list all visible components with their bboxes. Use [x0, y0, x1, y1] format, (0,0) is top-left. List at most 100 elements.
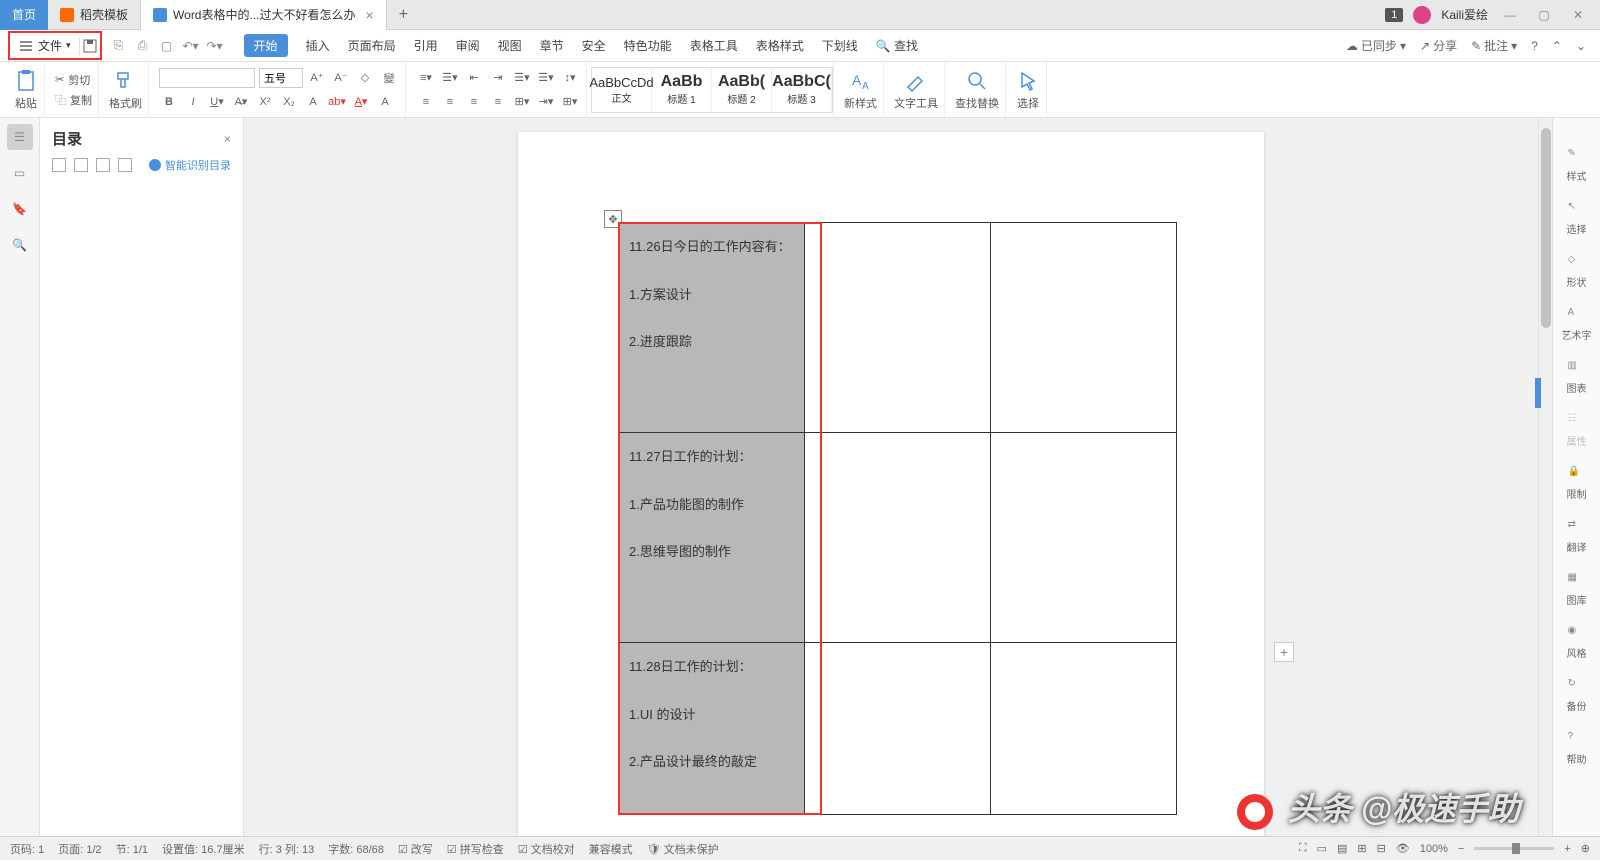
- char-border-button[interactable]: A: [303, 92, 323, 112]
- zoom-value[interactable]: 100%: [1420, 843, 1448, 855]
- toc-mode2-icon[interactable]: [74, 158, 88, 172]
- maximize-button[interactable]: ▢: [1532, 3, 1556, 27]
- char-shading-button[interactable]: A: [375, 92, 395, 112]
- tab-table-style[interactable]: 表格样式: [756, 37, 804, 54]
- status-section[interactable]: 节: 1/1: [116, 841, 148, 857]
- table-cell[interactable]: [805, 433, 991, 643]
- status-protect[interactable]: 🛡 文档未保护: [647, 841, 719, 857]
- table-cell[interactable]: [991, 433, 1177, 643]
- cut-button[interactable]: ✂ 剪切: [55, 72, 92, 88]
- expand-icon[interactable]: ⌄: [1576, 39, 1586, 53]
- bookmark-icon[interactable]: 🔖: [7, 196, 33, 222]
- rail-property[interactable]: ☷属性: [1567, 413, 1587, 448]
- tab-section[interactable]: 章节: [540, 37, 564, 54]
- style-h3[interactable]: AaBbC(标题 3: [772, 68, 832, 112]
- tab-button[interactable]: ⇥▾: [536, 92, 556, 112]
- table-cell[interactable]: 11.27日工作的计划： 1.产品功能图的制作 2.思维导图的制作: [619, 433, 805, 643]
- table-cell[interactable]: [991, 643, 1177, 815]
- outline-icon[interactable]: ☰: [7, 124, 33, 150]
- add-tab-button[interactable]: +: [387, 6, 420, 24]
- avatar[interactable]: [1413, 6, 1431, 24]
- tab-layout[interactable]: 页面布局: [348, 37, 396, 54]
- toc-mode1-icon[interactable]: [52, 158, 66, 172]
- paste-button[interactable]: 粘贴: [14, 69, 38, 111]
- style-h1[interactable]: AaBb标题 1: [652, 68, 712, 112]
- status-setval[interactable]: 设置值: 16.7厘米: [162, 841, 245, 857]
- tab-special[interactable]: 特色功能: [624, 37, 672, 54]
- outdent-button[interactable]: ⇤: [464, 68, 484, 88]
- status-compat[interactable]: 兼容模式: [589, 841, 633, 857]
- output-icon[interactable]: ⎘: [110, 37, 128, 55]
- highlight-button[interactable]: ab▾: [327, 92, 347, 112]
- table-cell[interactable]: 11.26日今日的工作内容有： 1.方案设计 2.进度跟踪: [619, 223, 805, 433]
- decrease-size-button[interactable]: A⁻: [331, 68, 351, 88]
- table-cell[interactable]: 11.28日工作的计划： 1.UI 的设计 2.产品设计最终的敲定: [619, 643, 805, 815]
- rail-help[interactable]: ?帮助: [1567, 731, 1587, 766]
- scroll-thumb[interactable]: [1541, 128, 1551, 328]
- redo-button[interactable]: ↷▾: [206, 37, 224, 55]
- tab-insert[interactable]: 插入: [306, 37, 330, 54]
- smart-toc-button[interactable]: 智能识别目录: [149, 157, 231, 173]
- file-menu-button[interactable]: 文件 ▾: [12, 35, 77, 56]
- italic-button[interactable]: I: [183, 92, 203, 112]
- view-fullscreen-icon[interactable]: ⛶: [1299, 842, 1307, 855]
- tab-security[interactable]: 安全: [582, 37, 606, 54]
- status-page[interactable]: 页码: 1: [10, 841, 44, 857]
- clear-format-button[interactable]: ◇: [355, 68, 375, 88]
- scrollbar[interactable]: [1538, 118, 1552, 836]
- align-justify-button[interactable]: ≡: [488, 92, 508, 112]
- approve-button[interactable]: ✎ 批注 ▾: [1471, 37, 1517, 54]
- view-page-icon[interactable]: ▭: [1317, 842, 1327, 855]
- tab-underline[interactable]: 下划线: [822, 37, 858, 54]
- toc-mode3-icon[interactable]: [96, 158, 110, 172]
- page-icon[interactable]: ▭: [7, 160, 33, 186]
- distribute-button[interactable]: ⊞▾: [512, 92, 532, 112]
- increase-size-button[interactable]: A⁺: [307, 68, 327, 88]
- save-icon[interactable]: [82, 38, 98, 54]
- help-icon[interactable]: ?: [1531, 39, 1538, 53]
- status-words[interactable]: 字数: 68/68: [328, 841, 384, 857]
- preview-icon[interactable]: ▢: [158, 37, 176, 55]
- align-right-button[interactable]: ≡: [464, 92, 484, 112]
- view-web-icon[interactable]: ⊞: [1357, 842, 1366, 855]
- zoom-slider[interactable]: [1474, 847, 1554, 850]
- search-menu[interactable]: 🔍 查找: [876, 37, 918, 54]
- rail-wordart[interactable]: A艺术字: [1562, 307, 1592, 342]
- align-center-button[interactable]: ≡: [440, 92, 460, 112]
- new-style-button[interactable]: AA新样式: [844, 69, 877, 111]
- align-vert-button[interactable]: ☰▾: [536, 68, 556, 88]
- tab-document[interactable]: Word表格中的...过大不好看怎么办 ×: [141, 0, 387, 30]
- font-color-button[interactable]: A▾: [351, 92, 371, 112]
- format-brush-button[interactable]: 格式刷: [109, 69, 142, 111]
- style-h2[interactable]: AaBb(标题 2: [712, 68, 772, 112]
- status-spell[interactable]: ☑ 拼写检查: [447, 841, 504, 857]
- rail-chart[interactable]: ▥图表: [1567, 360, 1587, 395]
- rail-backup[interactable]: ↻备份: [1567, 678, 1587, 713]
- rail-translate[interactable]: ⇄翻译: [1567, 519, 1587, 554]
- text-tool-button[interactable]: 文字工具: [894, 69, 938, 111]
- tab-start[interactable]: 开始: [244, 34, 288, 57]
- align-left-button[interactable]: ≡: [416, 92, 436, 112]
- tab-view[interactable]: 视图: [498, 37, 522, 54]
- document-canvas[interactable]: ✥ 11.26日今日的工作内容有： 1.方案设计 2.进度跟踪: [244, 118, 1538, 836]
- find-replace-button[interactable]: 查找替换: [955, 69, 999, 111]
- bullets-button[interactable]: ≡▾: [416, 68, 436, 88]
- status-proof[interactable]: ☑ 文档校对: [518, 841, 575, 857]
- status-pages[interactable]: 页面: 1/2: [58, 841, 101, 857]
- status-line[interactable]: 行: 3 列: 13: [259, 841, 315, 857]
- superscript-button[interactable]: X²: [255, 92, 275, 112]
- tab-docer[interactable]: 稻壳模板: [48, 0, 141, 30]
- borders-button[interactable]: ⊞▾: [560, 92, 580, 112]
- print-icon[interactable]: ⎙: [134, 37, 152, 55]
- tab-reference[interactable]: 引用: [414, 37, 438, 54]
- tab-review[interactable]: 审阅: [456, 37, 480, 54]
- table-cell[interactable]: [991, 223, 1177, 433]
- tab-home[interactable]: 首页: [0, 0, 48, 30]
- underline-button[interactable]: U▾: [207, 92, 227, 112]
- rail-select[interactable]: ↖选择: [1567, 201, 1587, 236]
- sync-status[interactable]: ☁ 已同步 ▾: [1346, 37, 1406, 54]
- zoom-out-button[interactable]: −: [1458, 843, 1464, 855]
- document-table[interactable]: 11.26日今日的工作内容有： 1.方案设计 2.进度跟踪 11.27日工作的计…: [618, 222, 1177, 815]
- subscript-button[interactable]: X₂: [279, 92, 299, 112]
- table-cell[interactable]: [805, 223, 991, 433]
